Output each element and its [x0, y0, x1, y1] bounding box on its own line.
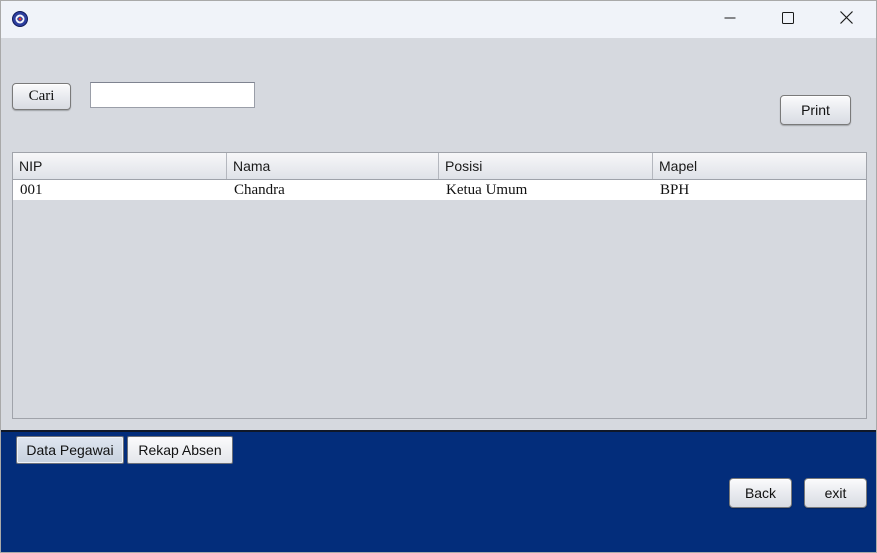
java-app-icon — [11, 10, 29, 28]
close-button[interactable] — [817, 1, 875, 38]
print-button[interactable]: Print — [780, 95, 851, 125]
minimize-button[interactable] — [701, 1, 759, 38]
tab-data-pegawai[interactable]: Data Pegawai — [16, 436, 124, 464]
column-header-nip[interactable]: NIP — [13, 153, 227, 179]
back-button[interactable]: Back — [729, 478, 792, 508]
maximize-button[interactable] — [759, 1, 817, 38]
employee-table[interactable]: NIP Nama Posisi Mapel 001 Chandra Ketua … — [12, 152, 867, 419]
main-panel: Cari Print NIP Nama Posisi Mapel 001 Cha… — [1, 38, 876, 430]
table-cell-nip: 001 — [20, 182, 43, 198]
column-header-mapel[interactable]: Mapel — [653, 153, 866, 179]
table-cell-posisi: Ketua Umum — [446, 182, 528, 198]
table-body: 001 Chandra Ketua Umum BPH — [13, 180, 866, 200]
navigation-panel: Data Pegawai Rekap Absen Back exit — [1, 430, 876, 552]
minimize-icon — [724, 11, 736, 29]
table-header: NIP Nama Posisi Mapel — [13, 153, 866, 180]
table-row[interactable]: 001 Chandra Ketua Umum BPH — [13, 180, 866, 200]
column-header-posisi[interactable]: Posisi — [439, 153, 653, 179]
search-input[interactable] — [90, 82, 255, 108]
maximize-icon — [782, 11, 794, 29]
table-cell-nama: Chandra — [234, 182, 285, 198]
table-cell-mapel: BPH — [660, 182, 690, 198]
search-button[interactable]: Cari — [12, 83, 71, 110]
exit-button[interactable]: exit — [804, 478, 867, 508]
app-window: Cari Print NIP Nama Posisi Mapel 001 Cha… — [0, 0, 877, 553]
title-bar — [1, 1, 876, 38]
close-icon — [839, 10, 853, 29]
column-header-nama[interactable]: Nama — [227, 153, 439, 179]
tab-rekap-absen[interactable]: Rekap Absen — [127, 436, 233, 464]
